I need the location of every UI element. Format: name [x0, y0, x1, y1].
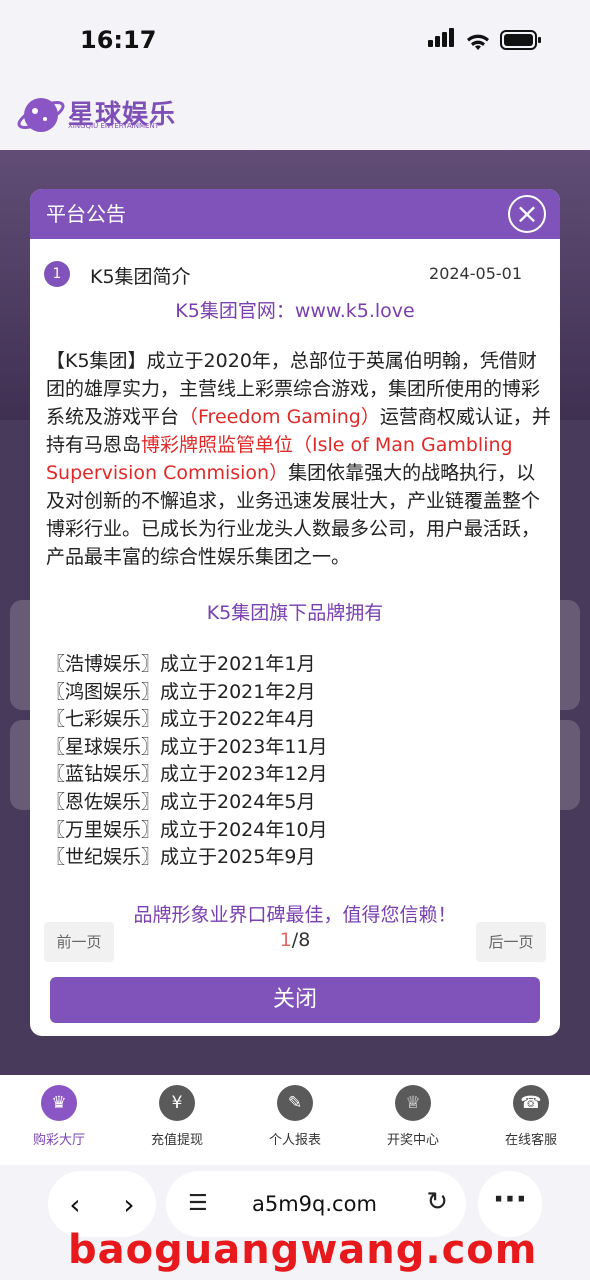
watermark: baoguangwang.com: [68, 1227, 538, 1273]
trophy-icon: ♕: [395, 1085, 431, 1121]
page-menu-icon[interactable]: ☰: [188, 1191, 208, 1216]
tab-label: 在线客服: [504, 1133, 557, 1148]
intro-paragraph: 【K5集团】成立于2020年，总部位于英属伯明翰，凭借财团的雄厚实力，主营线上彩…: [46, 347, 551, 571]
modal-header: 平台公告 ×: [30, 189, 560, 239]
bottom-tab-bar: ♛ 购彩大厅 ¥ 充值提现 ✎ 个人报表 ♕ 开奖中心 ☎ 在线客服: [0, 1075, 590, 1165]
signal-icon: [428, 28, 456, 51]
tab-label: 开奖中心: [386, 1133, 439, 1148]
wifi-icon: [467, 34, 489, 50]
tab-draw-center[interactable]: ♕ 开奖中心: [354, 1075, 472, 1165]
list-item: 〖鸿图娱乐〗成立于2021年2月: [46, 680, 316, 703]
brand-list: 〖浩博娱乐〗成立于2021年1月 〖鸿图娱乐〗成立于2021年2月 〖七彩娱乐〗…: [46, 651, 328, 872]
announcement-modal: 平台公告 × 1 K5集团简介 2024-05-01 K5集团官网：www.k5…: [30, 189, 560, 1036]
status-bar: 16:17: [0, 0, 590, 80]
list-item: 〖万里娱乐〗成立于2024年10月: [46, 818, 328, 841]
report-icon: ✎: [277, 1085, 313, 1121]
status-time: 16:17: [80, 26, 157, 54]
pagination: 前一页 1/8 后一页: [44, 922, 546, 962]
forward-icon[interactable]: ›: [123, 1188, 134, 1221]
modal-title: 平台公告: [46, 202, 126, 226]
article-title: K5集团简介: [90, 266, 191, 288]
battery-icon: [500, 30, 541, 50]
planet-logo-icon: [17, 98, 65, 132]
tab-label: 充值提现: [150, 1133, 203, 1148]
list-item: 〖恩佐娱乐〗成立于2024年5月: [46, 790, 316, 813]
next-page-button[interactable]: 后一页: [476, 922, 546, 962]
tab-report[interactable]: ✎ 个人报表: [236, 1075, 354, 1165]
reload-icon[interactable]: ↻: [426, 1187, 448, 1217]
tab-lobby[interactable]: ♛ 购彩大厅: [0, 1075, 118, 1165]
app-header: 星球娱乐 XINGQIU ENTERTAINMENT: [0, 80, 590, 150]
brands-heading: K5集团旗下品牌拥有: [206, 602, 384, 624]
tab-label: 个人报表: [268, 1133, 321, 1148]
article-date: 2024-05-01: [429, 264, 522, 283]
current-page: 1: [279, 929, 292, 951]
website-line: K5集团官网：www.k5.love: [175, 300, 415, 322]
tab-label: 购彩大厅: [32, 1133, 85, 1148]
list-item: 〖世纪娱乐〗成立于2025年9月: [46, 846, 316, 869]
wallet-icon: ¥: [159, 1085, 195, 1121]
close-icon[interactable]: ×: [508, 195, 546, 233]
tab-support[interactable]: ☎ 在线客服: [472, 1075, 590, 1165]
back-icon[interactable]: ‹: [69, 1188, 80, 1221]
platform-name: （Freedom Gaming）: [179, 406, 380, 428]
url-text: a5m9q.com: [252, 1192, 377, 1216]
list-item: 〖浩博娱乐〗成立于2021年1月: [46, 653, 316, 675]
tab-deposit-withdraw[interactable]: ¥ 充值提现: [118, 1075, 236, 1165]
support-icon: ☎: [513, 1085, 549, 1121]
total-pages: /8: [291, 929, 311, 951]
list-item: 〖蓝钻娱乐〗成立于2023年12月: [46, 763, 328, 786]
lobby-icon: ♛: [41, 1085, 77, 1121]
list-item: 〖七彩娱乐〗成立于2022年4月: [46, 708, 316, 731]
status-icons: [428, 28, 542, 51]
brand-subtitle: XINGQIU ENTERTAINMENT: [68, 122, 159, 130]
item-number-badge: 1: [44, 261, 70, 287]
list-item: 〖星球娱乐〗成立于2023年11月: [46, 735, 328, 758]
close-button[interactable]: 关闭: [50, 977, 540, 1023]
page-indicator: 1/8: [44, 929, 546, 951]
